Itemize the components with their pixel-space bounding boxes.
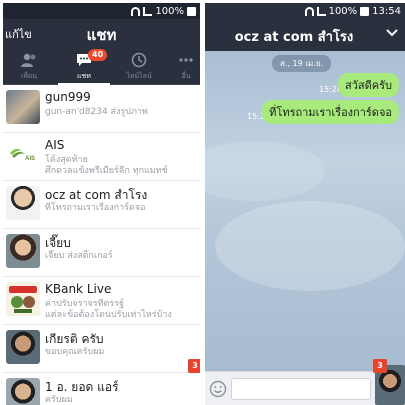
chat-list: gun999 gun-an'd8234 ส่งรูปภาพ AIS AIS โค… xyxy=(3,85,200,405)
message-bubble[interactable]: สวัสดีครับ xyxy=(338,73,399,97)
floating-unread-badge: 3 xyxy=(188,359,200,373)
tab-label: อื่น xyxy=(181,72,191,80)
date-separator: ส., 19 เม.ย. xyxy=(272,55,332,72)
floating-unread-badge: 3 xyxy=(373,359,387,373)
status-bar: 100% xyxy=(3,3,200,19)
more-icon xyxy=(179,58,193,62)
tab-bar: เพื่อน 40 แชท ไทม์ไลน์ อื่น xyxy=(3,47,200,85)
avatar xyxy=(6,282,40,316)
avatar xyxy=(6,378,40,405)
message-input[interactable] xyxy=(231,378,371,400)
chat-row[interactable]: gun999 gun-an'd8234 ส่งรูปภาพ xyxy=(3,85,200,133)
unread-badge: 40 xyxy=(88,49,108,61)
tab-label: ไทม์ไลน์ xyxy=(126,72,152,80)
chat-row[interactable]: เจี๊ยบ เจี๊ยบ ส่งสติ๊กเกอร์ xyxy=(3,229,200,277)
tab-more[interactable]: อื่น xyxy=(166,47,200,85)
chat-list-screen: 100% แก้ไข แชท เพื่อน 40 แชท ไทม์ไลน์ อื… xyxy=(3,3,200,405)
tab-timeline[interactable]: ไทม์ไลน์ xyxy=(113,47,165,85)
page-title: แชท xyxy=(86,26,117,44)
chat-preview: ครับผม xyxy=(45,395,73,405)
clock-text: 13:54 xyxy=(372,5,401,17)
tab-friends[interactable]: เพื่อน xyxy=(3,47,55,85)
signal-icon xyxy=(316,6,326,16)
chat-row[interactable]: ocz at com สำโรง ที่โทรถามเราเรื่องการ์ด… xyxy=(3,181,200,229)
avatar: AIS xyxy=(6,138,40,172)
battery-icon xyxy=(360,6,370,16)
conversation-screen: 100% 13:54 ocz at com สำโรง ส., 19 เม.ย.… xyxy=(205,3,405,405)
avatar xyxy=(6,186,40,220)
chat-name: KBank Live xyxy=(45,282,112,296)
screenshot-frame: 100% แก้ไข แชท เพื่อน 40 แชท ไทม์ไลน์ อื… xyxy=(0,0,405,405)
battery-text: 100% xyxy=(155,5,184,17)
background-cloud xyxy=(215,201,405,291)
chat-preview-line2: ศึกดวลแข้งพรีเมียร์ลีก ทุกแมทช์ xyxy=(45,166,168,176)
kbank-mascot-icon xyxy=(9,286,37,313)
tab-label: แชท xyxy=(77,72,91,80)
ais-logo-icon: AIS xyxy=(10,148,38,162)
wifi-icon xyxy=(131,6,141,16)
signal-icon xyxy=(143,6,153,16)
chat-preview: เจี๊ยบ ส่งสติ๊กเกอร์ xyxy=(45,251,113,261)
chat-preview: ขอบคุณครับผม xyxy=(45,347,105,357)
wifi-icon xyxy=(304,6,314,16)
chat-row[interactable]: AIS AIS โค้งสุดท้าย ศึกดวลแข้งพรีเมียร์ล… xyxy=(3,133,200,181)
tab-label: เพื่อน xyxy=(21,72,37,80)
message-bubble[interactable]: ที่โทรถามเราเรื่องการ์ดจอ xyxy=(262,100,399,124)
chat-background: ส., 19 เม.ย. 15:20 สวัสดีครับ 15:20 ที่โ… xyxy=(205,51,405,371)
avatar xyxy=(6,234,40,268)
battery-text: 100% xyxy=(328,5,358,17)
chat-preview: ที่โทรถามเราเรื่องการ์ดจอ xyxy=(45,203,146,213)
chat-row[interactable]: เกียรติ ครับ ขอบคุณครับผม xyxy=(3,325,200,373)
conversation-title: ocz at com สำโรง xyxy=(234,30,354,45)
chat-preview: gun-an'd8234 ส่งรูปภาพ xyxy=(45,107,148,117)
chat-row[interactable]: KBank Live ค่าปรับจราจรที่ตรรฐ์ แต่ละข้อ… xyxy=(3,277,200,325)
emoji-icon[interactable] xyxy=(209,380,227,398)
battery-icon xyxy=(187,6,196,16)
clock-icon xyxy=(131,52,147,68)
chat-row[interactable]: 1 อ. ยอด แอร์ ครับผม xyxy=(3,373,200,405)
background-cloud xyxy=(205,141,325,201)
avatar xyxy=(6,330,40,364)
tab-chats[interactable]: 40 แชท xyxy=(58,47,110,85)
friends-icon xyxy=(21,53,36,67)
chat-preview-line2: แต่ละข้อต้องโดนปรับเท่าไหร่บ้าง xyxy=(45,310,172,320)
chat-name: AIS xyxy=(45,138,65,152)
chat-list-header: แก้ไข แชท xyxy=(3,19,200,47)
chevron-down-icon[interactable] xyxy=(386,27,398,39)
conversation-header: ocz at com สำโรง xyxy=(205,19,405,51)
avatar xyxy=(6,90,40,124)
status-bar: 100% 13:54 xyxy=(205,3,405,19)
chat-name: gun999 xyxy=(45,90,91,104)
svg-text:AIS: AIS xyxy=(25,156,35,162)
